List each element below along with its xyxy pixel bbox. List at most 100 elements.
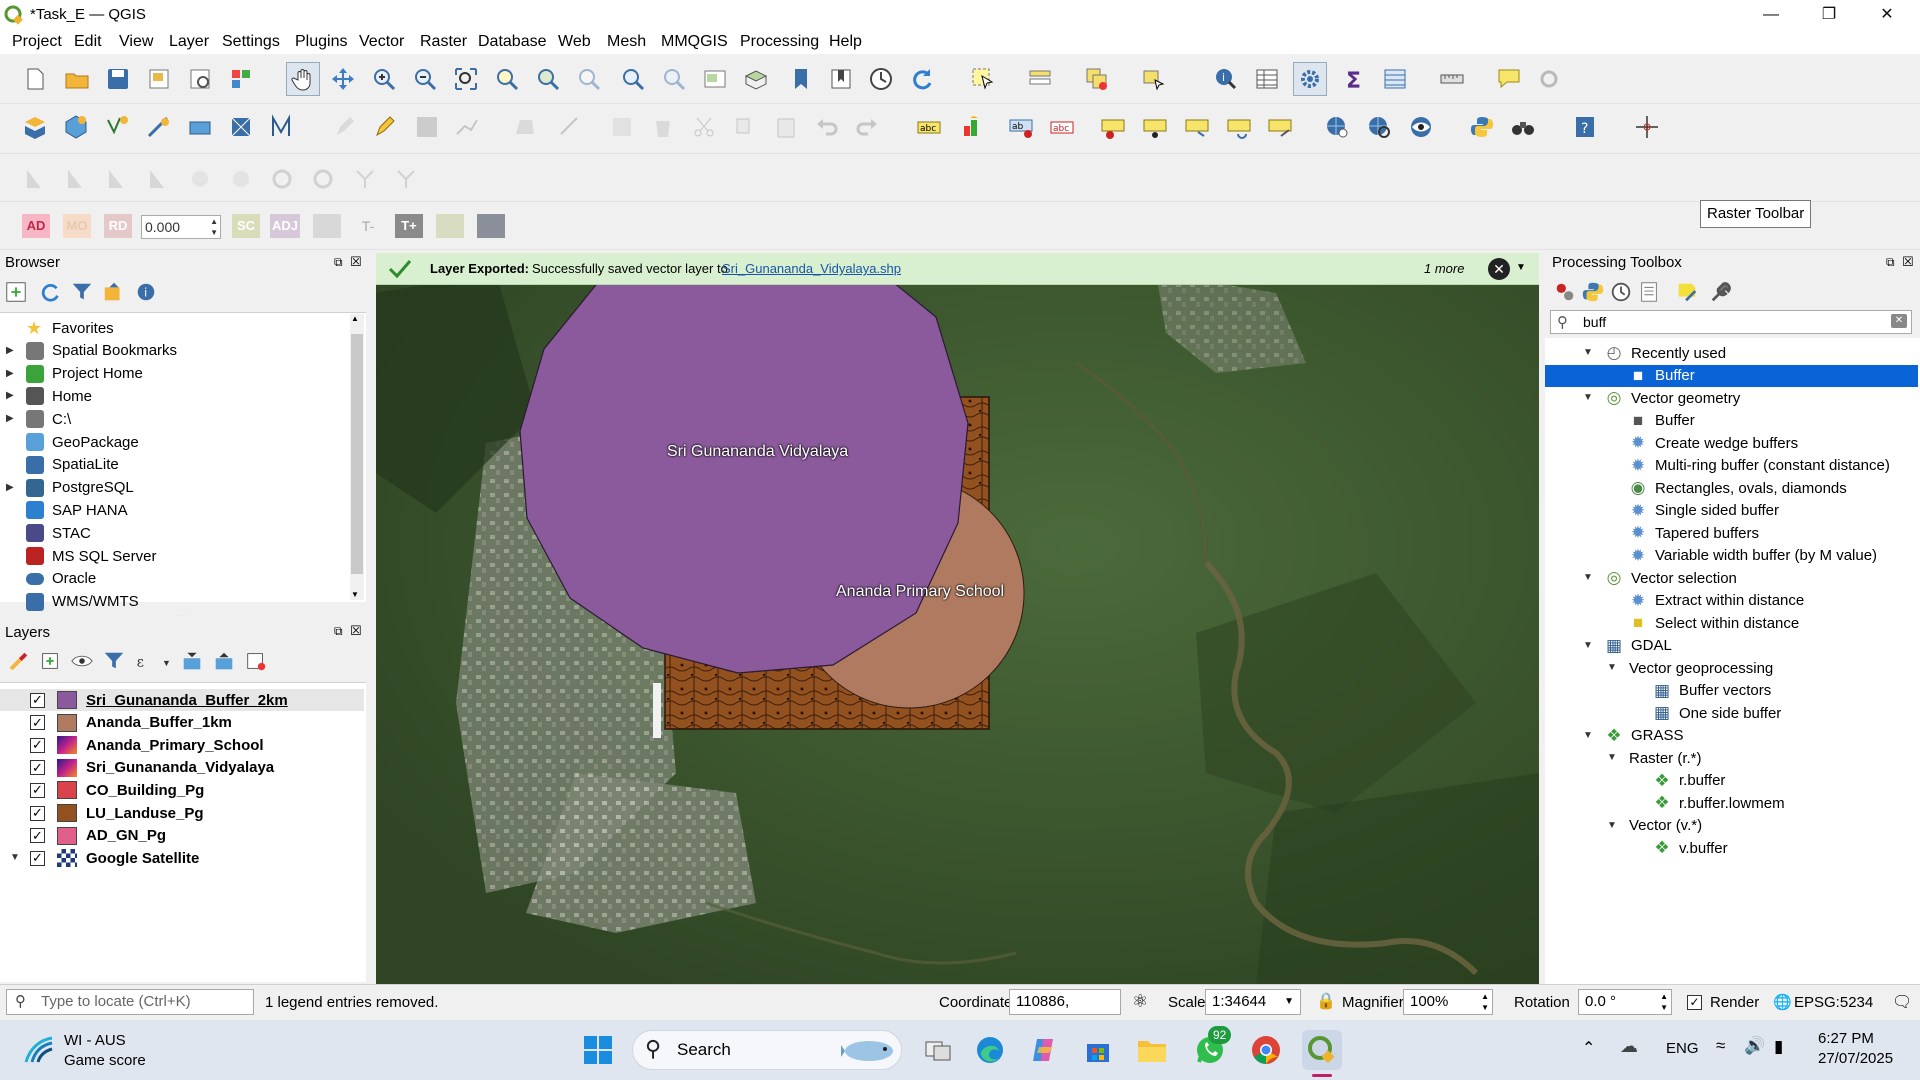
new-mesh-layer-icon[interactable] — [267, 112, 297, 142]
label-properties-icon[interactable] — [1265, 112, 1295, 142]
processing-close-icon[interactable]: ☒ — [1902, 254, 1914, 270]
zoom-native-icon[interactable] — [574, 64, 604, 94]
show-hide-labels-icon[interactable] — [1098, 112, 1128, 142]
browser-item[interactable]: STAC — [26, 522, 91, 544]
collapse-arrow-icon[interactable]: ▼ — [1607, 662, 1617, 673]
browser-item[interactable]: ▶ Home — [6, 385, 92, 407]
layer-row[interactable]: ✓ CO_Building_Pg — [30, 779, 204, 801]
results-viewer-icon[interactable] — [1637, 280, 1661, 304]
offset-curve-icon[interactable] — [391, 164, 421, 194]
scale-dropdown-icon[interactable]: ▼ — [1284, 990, 1294, 1014]
magnifier-field[interactable]: 100% ▲ ▼ — [1403, 989, 1493, 1015]
crosshair-icon[interactable] — [1632, 112, 1662, 142]
advanced-digitizing-icon[interactable] — [20, 164, 50, 194]
temporal-controller-icon[interactable] — [866, 64, 896, 94]
undo-icon[interactable] — [812, 112, 842, 142]
show-hidden-icons-icon[interactable]: ⌃ — [1582, 1038, 1595, 1058]
collapse-arrow-icon[interactable]: ▼ — [1583, 572, 1593, 583]
clear-search-icon[interactable]: ✕ — [1891, 314, 1907, 328]
save-project-icon[interactable] — [103, 64, 133, 94]
processing-tree-item[interactable]: ✹ Extract within distance — [1629, 590, 1804, 612]
browser-filter-icon[interactable] — [70, 280, 94, 304]
edit-features-in-place-icon[interactable] — [1675, 280, 1699, 304]
menu-layer[interactable]: Layer — [169, 33, 209, 51]
browser-item[interactable]: SpatiaLite — [26, 454, 119, 476]
edge-browser-icon[interactable] — [970, 1030, 1010, 1070]
coordinate-field[interactable]: 110886, 215470 — [1009, 989, 1121, 1034]
rotate-label-icon[interactable] — [1182, 112, 1212, 142]
volume-icon[interactable]: 🔊 — [1744, 1036, 1765, 1056]
processing-tree-item[interactable]: ✹ Multi-ring buffer (constant distance) — [1629, 455, 1890, 477]
layout-manager-icon[interactable] — [185, 64, 215, 94]
manage-visibility-icon[interactable] — [70, 649, 94, 673]
scale-field[interactable]: 1:34644 ▼ — [1205, 989, 1301, 1015]
menu-view[interactable]: View — [119, 33, 153, 51]
split-features-icon[interactable] — [61, 164, 91, 194]
processing-tree-item[interactable]: ✹ Create wedge buffers — [1629, 432, 1798, 454]
move-label-icon[interactable] — [1140, 112, 1170, 142]
menu-processing[interactable]: Processing — [740, 33, 819, 51]
wfs-search-icon[interactable] — [1364, 112, 1394, 142]
refresh-icon[interactable] — [907, 64, 937, 94]
processing-tree-item[interactable]: ❖ v.buffer — [1653, 837, 1727, 859]
menu-database[interactable]: Database — [478, 33, 547, 51]
vertex-tool-icon[interactable] — [555, 112, 585, 142]
cut-features-icon[interactable] — [689, 112, 719, 142]
scroll-up-icon[interactable]: ▲ — [351, 314, 359, 323]
processing-tree-item[interactable]: ✹ Single sided buffer — [1629, 500, 1779, 522]
microsoft-store-icon[interactable] — [1078, 1030, 1118, 1070]
rotation-field[interactable]: 0.0 ° ▲ ▼ — [1578, 989, 1672, 1015]
metasearch-icon[interactable] — [1322, 112, 1352, 142]
models-icon[interactable] — [1553, 280, 1577, 304]
layer-visibility-checkbox[interactable]: ✓ — [30, 850, 45, 866]
layer-visibility-checkbox[interactable]: ✓ — [30, 828, 45, 844]
map-canvas[interactable]: Sri Gunananda Vidyalaya Ananda Primary S… — [376, 253, 1539, 984]
zoom-next-icon[interactable] — [659, 64, 689, 94]
gps-icon[interactable] — [1534, 64, 1564, 94]
expand-all-icon[interactable] — [180, 649, 204, 673]
browser-item[interactable]: ▶ Project Home — [6, 363, 143, 385]
pin-unpin-labels-icon[interactable]: abc — [1047, 112, 1077, 142]
zoom-last-icon[interactable] — [618, 64, 648, 94]
message-dropdown-icon[interactable]: ▼ — [1516, 262, 1526, 273]
collapse-all-icon[interactable] — [102, 280, 126, 304]
layer-row[interactable]: ✓ Ananda_Buffer_1km — [30, 712, 232, 734]
layer-row[interactable]: ✓ Sri_Gunananda_Buffer_2km — [0, 689, 364, 711]
layer-symbol-icon[interactable] — [57, 781, 77, 800]
chrome-icon[interactable] — [1246, 1030, 1286, 1070]
label-tool-icon[interactable]: abc — [914, 112, 944, 142]
split-parts-icon[interactable] — [102, 164, 132, 194]
scroll-thumb[interactable] — [351, 334, 363, 574]
menu-raster[interactable]: Raster — [420, 33, 467, 51]
new-temp-layer-icon[interactable] — [185, 112, 215, 142]
close-window-button[interactable]: ✕ — [1858, 0, 1916, 30]
open-project-icon[interactable] — [62, 64, 92, 94]
expand-arrow-icon[interactable]: ▶ — [6, 368, 14, 379]
add-polygon-icon[interactable] — [510, 112, 540, 142]
processing-tree-item[interactable]: ▼ Vector geoprocessing — [1607, 657, 1773, 679]
onedrive-cloud-icon[interactable]: ☁ — [1620, 1036, 1638, 1057]
layer-row[interactable]: ▼ ✓ Google Satellite — [10, 847, 199, 869]
menu-mmqgis[interactable]: MMQGIS — [661, 33, 728, 51]
pause-tool-button[interactable] — [436, 214, 464, 238]
snap-rd-button[interactable]: RD — [104, 214, 132, 238]
layer-symbol-icon[interactable] — [57, 804, 77, 822]
toggle-extents-icon[interactable]: ⚛ — [1132, 991, 1148, 1012]
style-manager-icon[interactable] — [226, 64, 256, 94]
expand-arrow-icon[interactable]: ▶ — [6, 413, 14, 424]
layer-visibility-checkbox[interactable]: ✓ — [30, 782, 45, 798]
remove-layer-icon[interactable] — [244, 649, 268, 673]
scroll-down-icon[interactable]: ▼ — [351, 590, 359, 599]
crs-globe-icon[interactable]: 🌐 — [1773, 993, 1792, 1011]
delete-ring-icon[interactable] — [226, 164, 256, 194]
zoom-to-selection-icon[interactable] — [492, 64, 522, 94]
processing-tree-item[interactable]: ▦ One side buffer — [1653, 702, 1781, 724]
new-print-layout-icon[interactable] — [144, 64, 174, 94]
offset-spinbox[interactable]: 0.000 ▲ ▼ — [141, 215, 221, 239]
zoom-to-layer-icon[interactable] — [533, 64, 563, 94]
copy-features-icon[interactable] — [730, 112, 760, 142]
menu-project[interactable]: Project — [12, 33, 62, 51]
pan-map-icon[interactable] — [286, 62, 320, 96]
browser-item[interactable]: WMS/WMTS — [26, 591, 139, 613]
menu-mesh[interactable]: Mesh — [607, 33, 646, 51]
